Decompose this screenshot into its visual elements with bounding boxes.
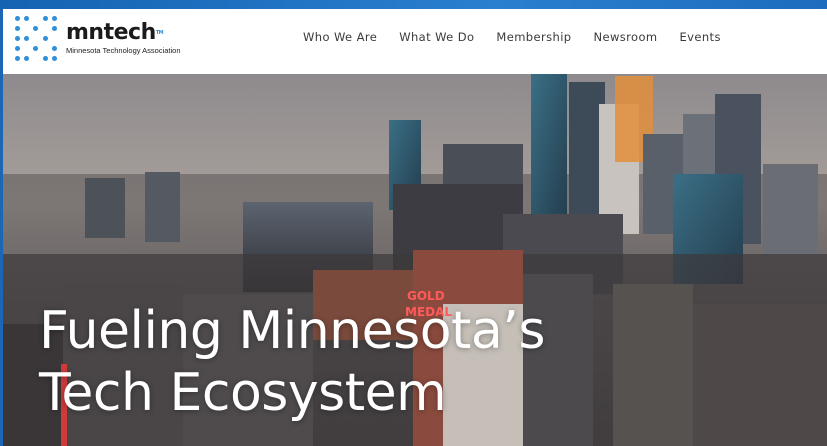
- logo-tagline: Minnesota Technology Association: [66, 45, 181, 55]
- nav-item-events[interactable]: Events: [680, 30, 721, 44]
- nav-item-membership[interactable]: Membership: [496, 30, 571, 44]
- main-nav: Who We Are What We Do Membership Newsroo…: [303, 9, 743, 64]
- site-header: mntechTM Minnesota Technology Associatio…: [3, 9, 827, 74]
- nav-item-newsroom[interactable]: Newsroom: [593, 30, 657, 44]
- hero-title: Fueling Minnesota’s Tech Ecosystem: [39, 300, 545, 424]
- hero-title-line-2: Tech Ecosystem: [39, 363, 447, 423]
- nav-item-what-we-do[interactable]: What We Do: [399, 30, 474, 44]
- top-accent-strip: [0, 0, 827, 9]
- nav-item-who-we-are[interactable]: Who We Are: [303, 30, 377, 44]
- logo-wordmark: mntechTM: [66, 19, 164, 45]
- logo-dots-icon: [12, 14, 57, 62]
- hero-banner: GOLD MEDAL Fueling Minnesota’s Tech Ecos…: [3, 74, 827, 446]
- mntech-logo[interactable]: mntechTM Minnesota Technology Associatio…: [12, 12, 181, 64]
- hero-title-line-1: Fueling Minnesota’s: [39, 301, 545, 361]
